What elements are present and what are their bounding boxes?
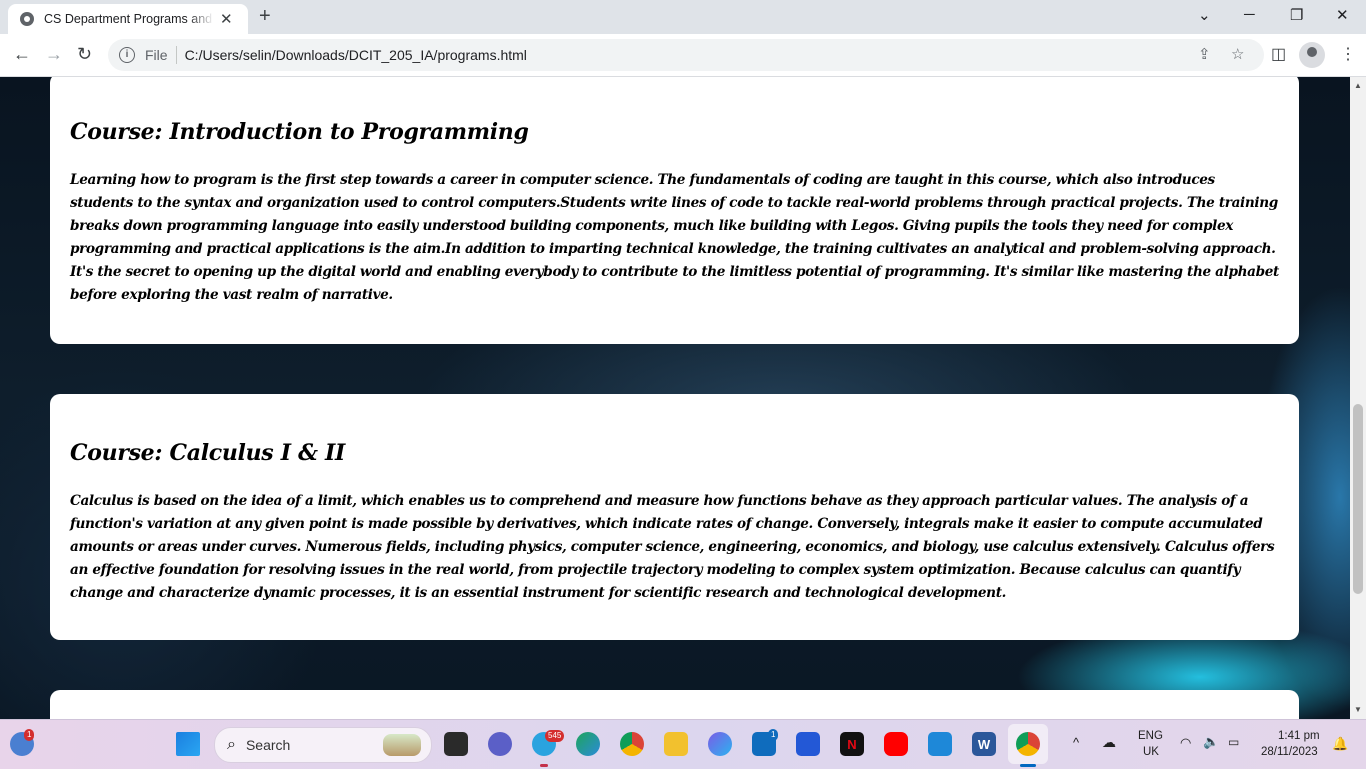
course-description: Learning how to program is the first ste…: [70, 172, 1279, 303]
battery-icon[interactable]: ▭: [1228, 735, 1239, 749]
course-title: Course: Calculus I & II: [70, 440, 345, 466]
onedrive-icon[interactable]: ☁: [1102, 734, 1116, 751]
copilot-icon[interactable]: [708, 732, 732, 756]
course-title: Course: Introduction to Programming: [70, 119, 529, 145]
new-tab-button[interactable]: +: [259, 5, 271, 28]
tray-overflow-chevron-icon[interactable]: ^: [1073, 735, 1079, 750]
course-card: [50, 690, 1299, 719]
taskbar: 1 ⌕ Search 545 1 N W ^ ☁ ENG UK ◠ 🔈 ▭ 1:…: [0, 719, 1366, 769]
browser-menu-icon[interactable]: ⋮: [1340, 44, 1356, 64]
reload-button[interactable]: ↻: [77, 44, 92, 65]
back-button[interactable]: ←: [13, 44, 31, 65]
course-card: Course: Introduction to Programming Lear…: [50, 77, 1299, 344]
vscode-icon[interactable]: [928, 732, 952, 756]
page-viewport: Course: Introduction to Programming Lear…: [0, 77, 1350, 719]
chrome-icon[interactable]: [620, 732, 644, 756]
page-scrollbar[interactable]: ▲ ▼: [1350, 77, 1366, 719]
url-text[interactable]: C:/Users/selin/Downloads/DCIT_205_IA/pro…: [185, 47, 527, 63]
wifi-icon[interactable]: ◠: [1180, 735, 1191, 751]
maximize-button[interactable]: ❐: [1290, 6, 1303, 24]
search-icon: ⌕: [227, 736, 236, 753]
clock-time[interactable]: 1:41 pm: [1278, 730, 1320, 742]
scrollbar-thumb[interactable]: [1353, 404, 1363, 594]
teams-icon[interactable]: [488, 732, 512, 756]
close-window-button[interactable]: ✕: [1336, 6, 1349, 24]
course-card: Course: Calculus I & II Calculus is base…: [50, 394, 1299, 640]
tab-close-button[interactable]: ✕: [220, 10, 233, 28]
globe-icon: [20, 12, 34, 26]
start-icon[interactable]: [176, 732, 200, 756]
word-icon[interactable]: W: [972, 732, 996, 756]
chrome-icon[interactable]: [1016, 732, 1040, 756]
language-indicator[interactable]: ENG: [1138, 730, 1163, 742]
profile-avatar[interactable]: [1299, 42, 1325, 68]
edge-icon[interactable]: [576, 732, 600, 756]
browser-toolbar: ← → ↻ i File C:/Users/selin/Downloads/DC…: [0, 34, 1366, 77]
bookmark-star-icon[interactable]: ☆: [1231, 45, 1244, 63]
scroll-down-arrow-icon[interactable]: ▼: [1354, 705, 1362, 714]
side-panel-icon[interactable]: ◫: [1271, 44, 1286, 64]
active-indicator: [1020, 764, 1036, 767]
tab-search-chevron-icon[interactable]: ⌄: [1198, 6, 1211, 24]
active-indicator: [540, 764, 548, 767]
share-icon[interactable]: ⇪: [1198, 45, 1211, 63]
file-explorer-icon[interactable]: [664, 732, 688, 756]
scroll-up-arrow-icon[interactable]: ▲: [1354, 81, 1362, 90]
notification-bell-icon[interactable]: 🔔: [1332, 736, 1348, 752]
telegram-badge: 545: [545, 730, 565, 742]
search-highlight-image: [383, 734, 421, 756]
search-label: Search: [245, 737, 291, 753]
netflix-icon[interactable]: N: [840, 732, 864, 756]
power-automate-icon[interactable]: [796, 732, 820, 756]
taskbar-search[interactable]: ⌕ Search: [214, 727, 432, 763]
tab-strip: CS Department Programs and Courses ✕ + ⌄…: [0, 0, 1366, 34]
address-bar[interactable]: i File C:/Users/selin/Downloads/DCIT_205…: [108, 39, 1264, 71]
region-indicator[interactable]: UK: [1143, 746, 1159, 758]
forward-button[interactable]: →: [45, 44, 63, 65]
course-description: Calculus is based on the idea of a limit…: [70, 493, 1275, 601]
clock-date[interactable]: 28/11/2023: [1261, 746, 1318, 758]
mail-badge: 1: [768, 729, 779, 741]
scheme-label: File: [145, 47, 168, 63]
volume-icon[interactable]: 🔈: [1203, 734, 1219, 750]
site-info-icon[interactable]: i: [119, 47, 135, 63]
tab-title: CS Department Programs and Courses: [44, 12, 214, 26]
youtube-icon[interactable]: [884, 732, 908, 756]
task-view-icon[interactable]: [444, 732, 468, 756]
minimize-button[interactable]: ─: [1244, 6, 1255, 23]
divider: [175, 46, 177, 64]
browser-tab[interactable]: CS Department Programs and Courses ✕: [8, 4, 248, 34]
